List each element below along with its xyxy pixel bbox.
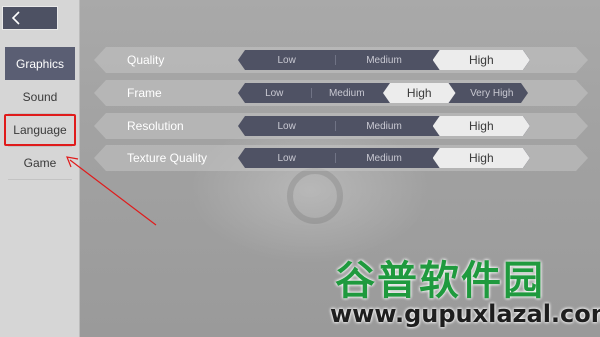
option-high-selected[interactable]: High (433, 148, 530, 168)
option-medium[interactable]: Medium (311, 83, 384, 103)
quality-selector[interactable]: Low Medium High (238, 50, 530, 70)
setting-label-texture-quality: Texture Quality (127, 151, 208, 165)
texture-quality-selector[interactable]: Low Medium High (238, 148, 530, 168)
option-medium[interactable]: Medium (335, 148, 432, 168)
option-high-selected[interactable]: High (383, 83, 456, 103)
option-low[interactable]: Low (238, 83, 311, 103)
resolution-selector[interactable]: Low Medium High (238, 116, 530, 136)
option-high-selected[interactable]: High (433, 116, 530, 136)
setting-label-resolution: Resolution (127, 119, 184, 133)
option-low[interactable]: Low (238, 50, 335, 70)
option-low[interactable]: Low (238, 116, 335, 136)
option-very-high[interactable]: Very High (456, 83, 529, 103)
setting-label-frame: Frame (127, 86, 162, 100)
watermark-url: www.gupuxlazal.com (330, 300, 600, 328)
setting-label-quality: Quality (127, 53, 165, 67)
frame-selector[interactable]: Low Medium High Very High (238, 83, 528, 103)
watermark-logo-text: 谷普软件园 (335, 258, 545, 304)
option-medium[interactable]: Medium (335, 116, 432, 136)
option-low[interactable]: Low (238, 148, 335, 168)
option-medium[interactable]: Medium (335, 50, 432, 70)
option-high-selected[interactable]: High (433, 50, 530, 70)
